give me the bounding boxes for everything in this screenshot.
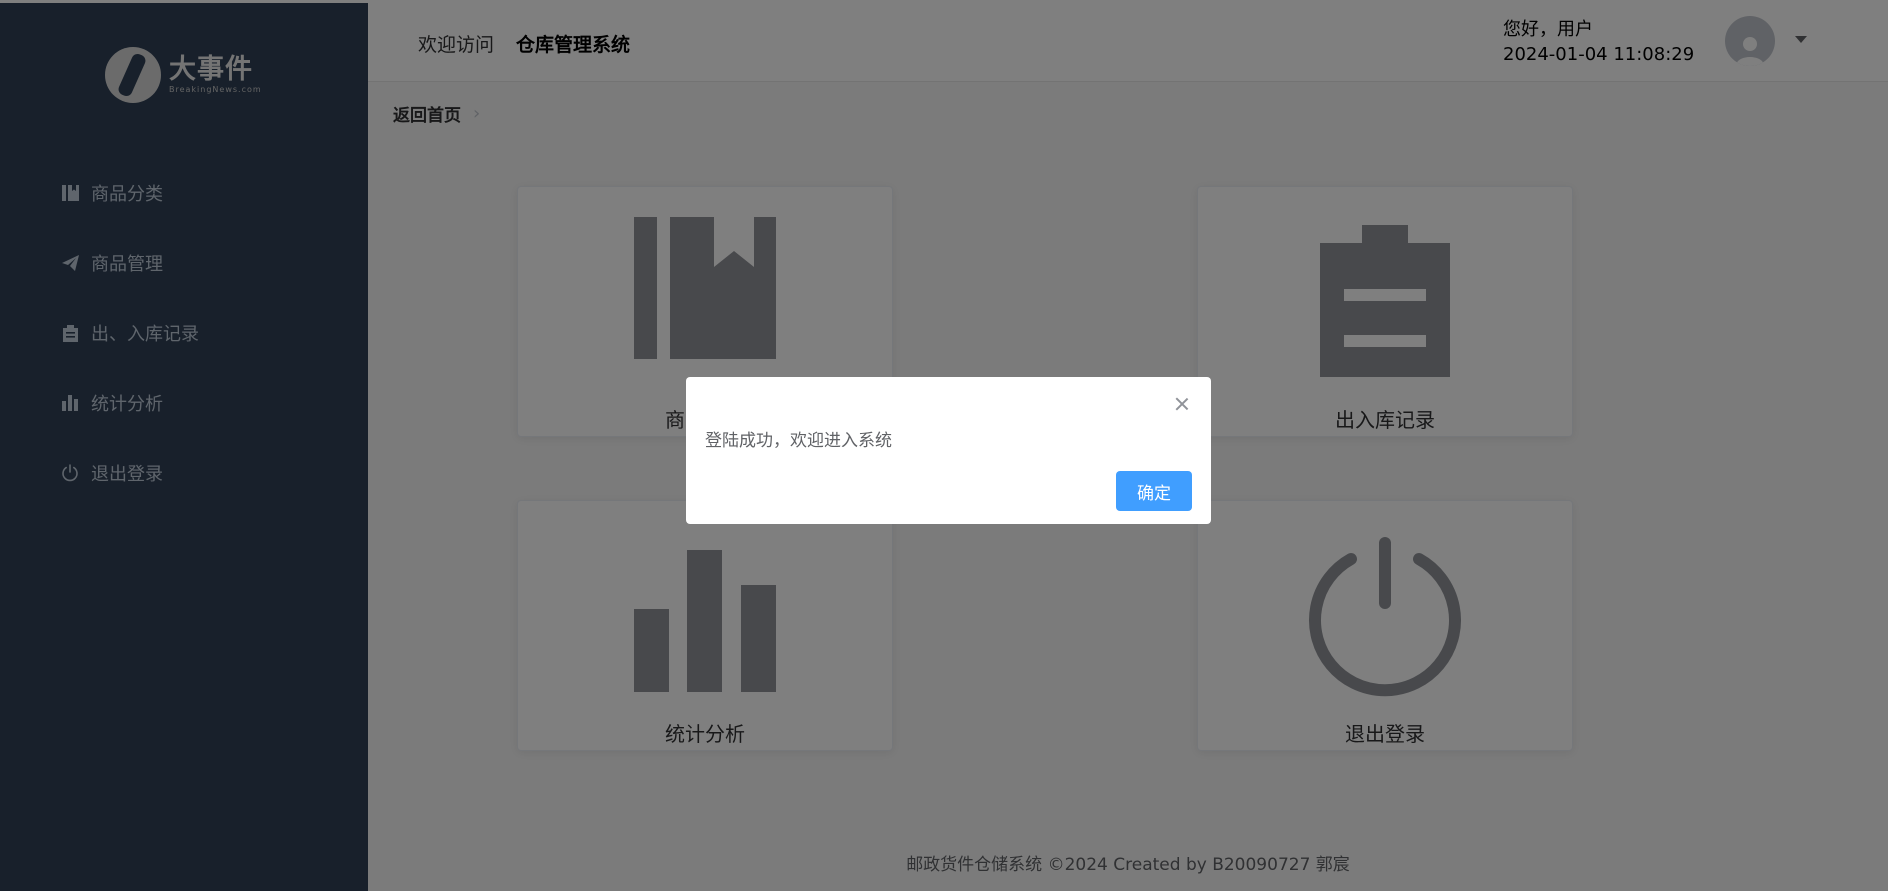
close-icon[interactable] (1173, 395, 1191, 413)
dialog-message: 登陆成功，欢迎进入系统 (705, 431, 892, 451)
confirm-button[interactable]: 确定 (1116, 471, 1192, 511)
modal-overlay[interactable]: 登陆成功，欢迎进入系统 确定 (0, 0, 1888, 891)
message-dialog: 登陆成功，欢迎进入系统 确定 (686, 377, 1211, 524)
